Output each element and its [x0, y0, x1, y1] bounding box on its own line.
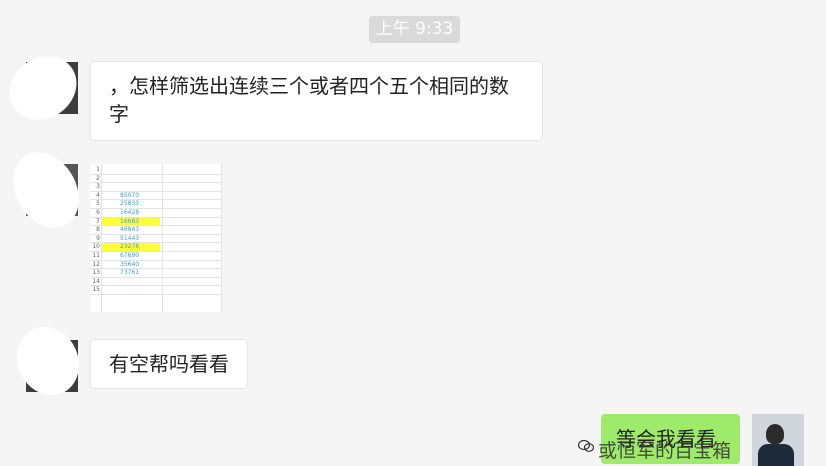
cell-value: 25833: [120, 200, 140, 208]
my-avatar[interactable]: [752, 414, 804, 466]
row-number: 13: [92, 269, 100, 277]
message-text: 有空帮吗看看: [109, 352, 229, 376]
message-bubble-1[interactable]: ，怎样筛选出连续三个或者四个五个相同的数 字: [90, 61, 543, 141]
cell-value: 16428: [120, 209, 140, 216]
sheet-row: [90, 166, 222, 175]
row-number: 8: [96, 226, 100, 234]
watermark-text: 或恒军的百宝箱: [598, 440, 732, 462]
sheet-row: [90, 175, 222, 184]
sheet-row: [90, 252, 222, 261]
sheet-row: [90, 261, 222, 270]
row-number: 2: [96, 174, 100, 182]
sheet-row: [90, 235, 222, 244]
avatar-shoulders: [758, 444, 794, 466]
cell-value: 46843: [120, 226, 140, 234]
row-number: 14: [92, 277, 100, 285]
cell-value: 67690: [120, 252, 140, 259]
sheet-row: [90, 192, 222, 201]
row-number: 6: [96, 209, 100, 216]
wechat-logo-icon: [578, 440, 594, 452]
avatar-scribble: [0, 43, 89, 133]
sheet-row: [90, 269, 222, 278]
row-number: 4: [96, 191, 100, 199]
sheet-row: [90, 200, 222, 209]
sheet-row: [90, 209, 222, 218]
timestamp: 上午 9:33: [369, 16, 460, 43]
row-number: 10: [92, 243, 100, 251]
cell-value: 85070: [120, 191, 140, 199]
row-number: 11: [92, 252, 100, 259]
cell-value: 73761: [120, 269, 140, 277]
sheet-row: [90, 183, 222, 192]
row-number: 3: [96, 183, 100, 191]
message-bubble-2[interactable]: 有空帮吗看看: [90, 339, 248, 389]
cell-value: 16683: [120, 217, 140, 225]
row-number: 5: [96, 200, 100, 208]
sheet-row: [90, 278, 222, 287]
avatar-scribble: [0, 140, 92, 240]
row-number: 7: [96, 217, 100, 225]
avatar-head: [766, 424, 784, 444]
row-number: 1: [96, 166, 100, 173]
message-line: ，怎样筛选出连续三个或者四个五个相同的数: [109, 74, 509, 98]
cell-value: 51443: [120, 234, 140, 242]
message-line: 字: [109, 102, 129, 126]
sheet-row: [90, 286, 222, 295]
cell-value: 35640: [120, 260, 140, 268]
row-number: 15: [92, 286, 100, 294]
row-number: 9: [96, 234, 100, 242]
spreadsheet-image-message[interactable]: 1 2 3 4 85070 5 25833 6 16428 7 16683 8 46843 9 51443 1…: [90, 164, 222, 312]
sheet-row: [90, 226, 222, 235]
row-number: 12: [92, 260, 100, 268]
avatar-scribble: [6, 316, 90, 406]
cell-value: 23278: [120, 243, 140, 251]
